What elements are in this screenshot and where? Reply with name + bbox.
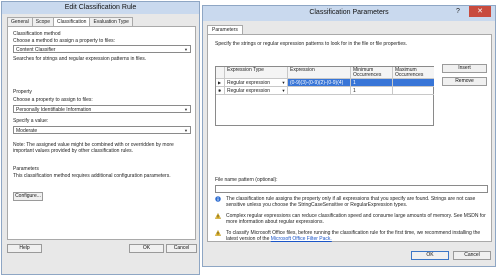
- expression-value: (0-9)(3)-(0-9)(2)-(0-9)(4): [290, 80, 344, 86]
- choose-property-label: Choose a property to assign to files:: [13, 97, 93, 103]
- chevron-down-icon: ▼: [281, 80, 286, 85]
- max-occurrences-cell[interactable]: [393, 87, 434, 95]
- max-occurrences-cell[interactable]: [393, 79, 434, 87]
- property-heading: Property: [13, 89, 32, 95]
- grid-header: Expression Type Expression Minimum Occur…: [216, 67, 434, 79]
- min-occurrences-value: 1: [353, 80, 356, 86]
- file-name-pattern-label: File name pattern (optional):: [215, 177, 278, 183]
- method-select[interactable]: Content Classifier ▼: [13, 45, 191, 53]
- tab-scope[interactable]: Scope: [31, 17, 54, 26]
- info-icon: [215, 196, 221, 202]
- parameters-panel: Specify the strings or regular expressio…: [207, 34, 492, 242]
- info-note: The classification rule assigns the prop…: [215, 196, 488, 210]
- help-icon[interactable]: ?: [451, 6, 465, 17]
- close-icon[interactable]: ✕: [469, 6, 491, 17]
- table-row[interactable]: ▶ Regular expression ▼ (0-9)(3)-(0-9)(2)…: [216, 79, 434, 87]
- min-occurrences-cell[interactable]: 1: [351, 87, 393, 95]
- classification-panel: Classification method Choose a method to…: [7, 26, 196, 240]
- instructions-text: Specify the strings or regular expressio…: [215, 41, 408, 47]
- method-select-value: Content Classifier: [16, 47, 56, 53]
- min-occurrences-value: 1: [353, 88, 356, 94]
- parameters-heading: Parameters: [13, 166, 39, 172]
- chevron-down-icon: ▼: [184, 47, 188, 52]
- property-select[interactable]: Personally Identifiable Information ▼: [13, 105, 191, 113]
- help-button[interactable]: Help: [7, 244, 42, 253]
- column-header-type[interactable]: Expression Type: [225, 67, 288, 79]
- table-row[interactable]: ✱ Regular expression ▼ 1: [216, 87, 434, 95]
- edit-classification-rule-window: Edit Classification Rule General Scope C…: [1, 1, 200, 275]
- warning-icon: [215, 213, 221, 219]
- info-note-text: The classification rule assigns the prop…: [226, 196, 476, 208]
- cancel-button[interactable]: Cancel: [453, 251, 491, 260]
- chevron-down-icon: ▼: [184, 128, 188, 133]
- file-name-pattern-input[interactable]: [215, 185, 488, 193]
- warning-note-2-body: To classify Microsoft Office files, befo…: [226, 230, 481, 242]
- value-select-value: Moderate: [16, 128, 38, 134]
- title-bar[interactable]: Edit Classification Rule: [2, 2, 199, 14]
- ok-button[interactable]: OK: [129, 244, 164, 253]
- configure-button[interactable]: Configure...: [13, 192, 43, 201]
- cancel-button[interactable]: Cancel: [166, 244, 197, 253]
- new-row-marker: ✱: [216, 87, 225, 95]
- expression-type-cell[interactable]: Regular expression ▼: [225, 79, 288, 87]
- expression-cell[interactable]: [288, 87, 351, 95]
- expression-type-value: Regular expression: [227, 88, 271, 94]
- tab-general[interactable]: General: [7, 17, 33, 26]
- classification-parameters-window: Classification Parameters ? ✕ Parameters…: [202, 5, 496, 267]
- chevron-down-icon: ▼: [281, 88, 286, 93]
- min-occurrences-cell[interactable]: 1: [351, 79, 393, 87]
- choose-method-label: Choose a method to assign a property to …: [13, 38, 116, 44]
- chevron-down-icon: ▼: [184, 107, 188, 112]
- tab-evaluation-type[interactable]: Evaluation Type: [89, 17, 133, 26]
- window-title: Edit Classification Rule: [64, 4, 137, 11]
- expression-type-value: Regular expression: [227, 80, 271, 86]
- specify-value-label: Specify a value:: [13, 118, 49, 124]
- method-description: Searches for strings and regular express…: [13, 56, 147, 62]
- warning-note-2: To classify Microsoft Office files, befo…: [215, 230, 488, 244]
- warning-note-1-text: Complex regular expressions can reduce c…: [226, 213, 486, 225]
- row-header-corner: [216, 67, 225, 79]
- expression-cell[interactable]: (0-9)(3)-(0-9)(2)-(0-9)(4): [288, 79, 351, 87]
- warning-icon: [215, 230, 221, 236]
- tab-strip: General Scope Classification Evaluation …: [7, 17, 133, 27]
- column-header-min[interactable]: Minimum Occurrences: [351, 67, 393, 79]
- warning-note-2-text: To classify Microsoft Office files, befo…: [226, 230, 488, 242]
- expressions-grid[interactable]: Expression Type Expression Minimum Occur…: [215, 66, 434, 126]
- classification-method-heading: Classification method: [13, 31, 61, 37]
- warning-note-1: Complex regular expressions can reduce c…: [215, 213, 488, 227]
- row-current-marker: ▶: [216, 79, 225, 87]
- expression-type-cell[interactable]: Regular expression ▼: [225, 87, 288, 95]
- remove-button[interactable]: Remove: [442, 77, 487, 86]
- office-filter-pack-link[interactable]: Microsoft Office Filter Pack.: [271, 236, 332, 242]
- parameters-description: This classification method requires addi…: [13, 173, 171, 179]
- property-select-value: Personally Identifiable Information: [16, 107, 92, 113]
- column-header-expression[interactable]: Expression: [288, 67, 351, 79]
- value-select[interactable]: Moderate ▼: [13, 126, 191, 134]
- note-line-2: important values provided by other class…: [13, 148, 134, 154]
- column-header-max[interactable]: Maximum Occurrences: [393, 67, 434, 79]
- title-bar[interactable]: Classification Parameters ? ✕: [203, 6, 495, 21]
- insert-button[interactable]: Insert: [442, 64, 487, 73]
- ok-button[interactable]: OK: [411, 251, 449, 260]
